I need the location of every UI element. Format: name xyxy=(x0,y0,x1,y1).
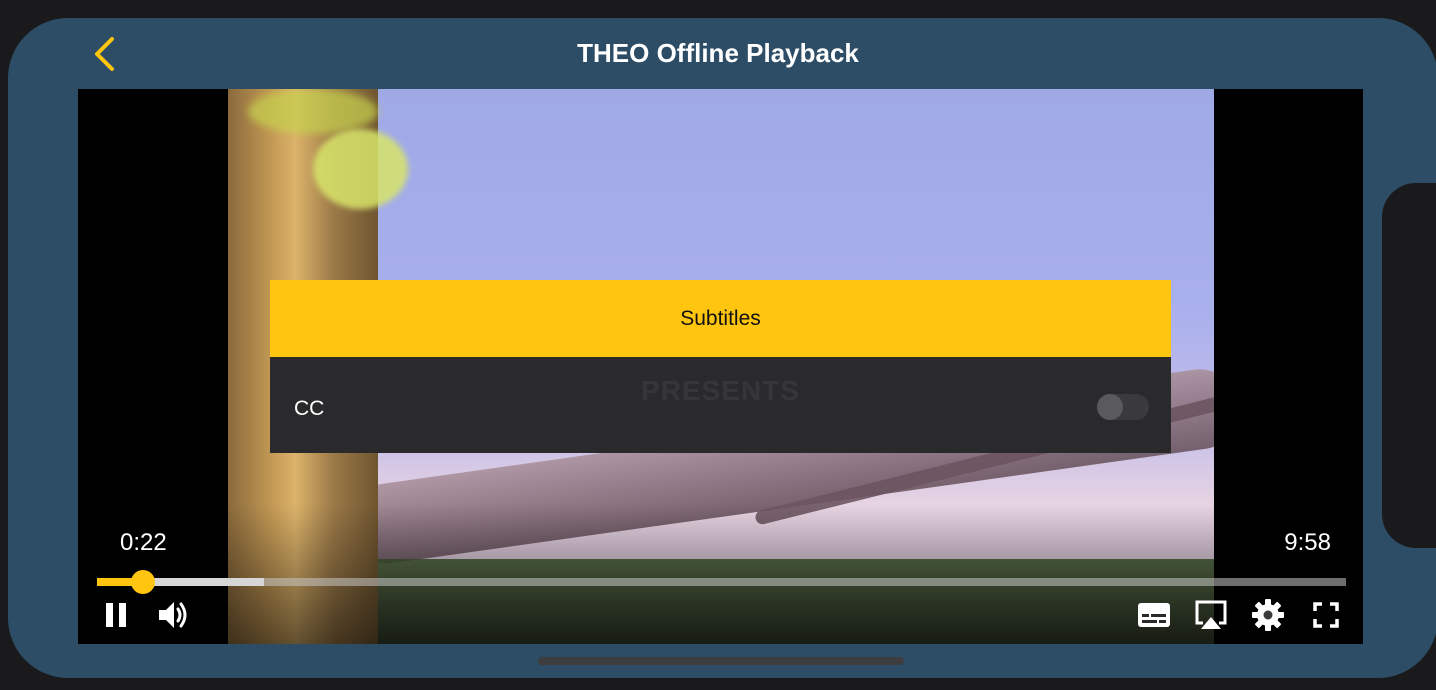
video-leaf xyxy=(313,129,408,209)
seek-bar[interactable] xyxy=(97,570,1346,594)
subtitles-header: Subtitles xyxy=(270,280,1171,357)
video-leaves xyxy=(248,89,378,134)
subtitle-item-cc[interactable]: PRESENTS CC xyxy=(270,357,1171,453)
subtitles-button[interactable] xyxy=(1134,597,1174,633)
fullscreen-button[interactable] xyxy=(1310,597,1342,633)
current-time: 0:22 xyxy=(120,529,167,556)
subtitle-item-label: CC xyxy=(294,397,325,420)
fullscreen-icon xyxy=(1313,602,1339,628)
airplay-button[interactable] xyxy=(1191,597,1231,633)
settings-button[interactable] xyxy=(1249,597,1287,633)
pause-icon xyxy=(106,603,126,627)
settings-gear-icon xyxy=(1252,599,1284,631)
toggle-knob xyxy=(1097,394,1123,420)
subtitles-icon xyxy=(1138,603,1170,627)
duration-time: 9:58 xyxy=(1284,529,1331,556)
home-indicator xyxy=(538,657,904,665)
video-player[interactable]: Subtitles PRESENTS CC 0:22 9:58 xyxy=(78,89,1363,644)
subtitles-panel: Subtitles PRESENTS CC xyxy=(270,280,1171,453)
airplay-icon xyxy=(1195,600,1227,629)
volume-button[interactable] xyxy=(154,597,194,633)
cc-toggle[interactable] xyxy=(1097,394,1149,420)
device-notch xyxy=(1382,183,1436,548)
pause-button[interactable] xyxy=(100,597,132,633)
volume-icon xyxy=(159,602,187,628)
page-title: THEO Offline Playback xyxy=(577,38,859,68)
video-title-text: PRESENTS xyxy=(641,375,800,406)
